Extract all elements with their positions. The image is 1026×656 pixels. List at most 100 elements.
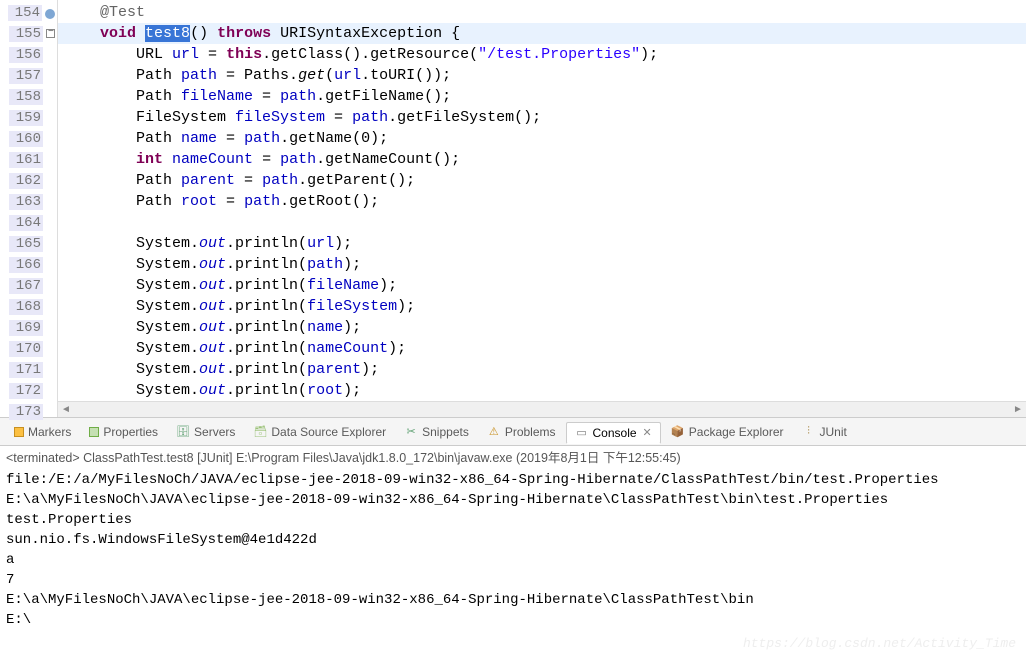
gutter-line[interactable]: 169 [0, 317, 57, 338]
gutter-line[interactable]: 162 [0, 170, 57, 191]
line-number: 163 [9, 194, 43, 210]
gutter-line[interactable]: 171 [0, 359, 57, 380]
close-icon[interactable]: ✕ [643, 426, 652, 439]
code-line[interactable]: Path root = path.getRoot(); [58, 191, 1026, 212]
console-output-line: E:\a\MyFilesNoCh\JAVA\eclipse-jee-2018-0… [6, 590, 1020, 610]
tab-package-explorer[interactable]: 📦 Package Explorer [663, 422, 792, 442]
problems-icon: ⚠ [487, 425, 501, 439]
tab-label: Snippets [422, 425, 469, 439]
line-number: 158 [9, 89, 43, 105]
code-line[interactable]: @Test [58, 2, 1026, 23]
scroll-left-icon[interactable]: ◄ [58, 402, 74, 418]
gutter-line[interactable]: 164 [0, 212, 57, 233]
console-icon: ▭ [575, 426, 589, 440]
gutter-line[interactable]: 158 [0, 86, 57, 107]
gutter-line[interactable]: 159 [0, 107, 57, 128]
code-content[interactable]: @Test void test8() throws URISyntaxExcep… [58, 0, 1026, 417]
gutter-line[interactable]: 166 [0, 254, 57, 275]
code-line[interactable]: System.out.println(fileSystem); [58, 296, 1026, 317]
code-line[interactable]: Path fileName = path.getFileName(); [58, 86, 1026, 107]
line-number: 171 [9, 362, 43, 378]
servers-icon: 🗄 [176, 425, 190, 439]
gutter-line[interactable]: 165 [0, 233, 57, 254]
gutter-line[interactable]: 163 [0, 191, 57, 212]
line-number: 172 [9, 383, 43, 399]
line-number: 162 [9, 173, 43, 189]
line-number: 154 [8, 5, 42, 21]
tab-problems[interactable]: ⚠ Problems [479, 422, 564, 442]
views-tab-bar: Markers Properties 🗄 Servers 🗃 Data Source Ex… [0, 418, 1026, 446]
console-output-line: test.Properties [6, 510, 1020, 530]
tab-label: Servers [194, 425, 235, 439]
tab-label: Markers [28, 425, 71, 439]
code-line[interactable]: System.out.println(url); [58, 233, 1026, 254]
tab-servers[interactable]: 🗄 Servers [168, 422, 243, 442]
console-output-line: E:\ [6, 610, 1020, 630]
gutter-line[interactable]: 172 [0, 380, 57, 401]
code-line[interactable]: System.out.println(parent); [58, 359, 1026, 380]
line-number-gutter[interactable]: 154 155 156 157 158 159 160 161 162 163 164 165 166 1… [0, 0, 58, 417]
console-view[interactable]: <terminated> ClassPathTest.test8 [JUnit]… [0, 446, 1026, 656]
line-number: 155 [9, 26, 43, 42]
tab-data-source-explorer[interactable]: 🗃 Data Source Explorer [245, 422, 394, 442]
line-number: 161 [9, 152, 43, 168]
gutter-line[interactable]: 168 [0, 296, 57, 317]
line-number: 160 [9, 131, 43, 147]
package-explorer-icon: 📦 [671, 425, 685, 439]
tab-properties[interactable]: Properties [81, 422, 166, 442]
console-process-header: <terminated> ClassPathTest.test8 [JUnit]… [6, 448, 1020, 468]
code-editor[interactable]: 154 155 156 157 158 159 160 161 162 163 164 165 166 1… [0, 0, 1026, 418]
line-number: 157 [9, 68, 43, 84]
scroll-right-icon[interactable]: ► [1010, 402, 1026, 418]
console-output-line: file:/E:/a/MyFilesNoCh/JAVA/eclipse-jee-… [6, 470, 1020, 490]
code-line[interactable]: void test8() throws URISyntaxException { [58, 23, 1026, 44]
code-line[interactable]: System.out.println(fileName); [58, 275, 1026, 296]
gutter-line[interactable]: 173 [0, 401, 57, 422]
tab-snippets[interactable]: ✂ Snippets [396, 422, 477, 442]
gutter-line[interactable]: 167 [0, 275, 57, 296]
line-number: 165 [9, 236, 43, 252]
gutter-line[interactable]: 160 [0, 128, 57, 149]
code-line[interactable]: System.out.println(name); [58, 317, 1026, 338]
markers-icon [14, 427, 24, 437]
tab-junit[interactable]: ⫶ JUnit [793, 422, 854, 442]
code-line[interactable]: Path name = path.getName(0); [58, 128, 1026, 149]
tab-label: Problems [505, 425, 556, 439]
horizontal-scrollbar[interactable]: ◄ ► [58, 401, 1026, 417]
code-line[interactable]: Path parent = path.getParent(); [58, 170, 1026, 191]
gutter-line[interactable]: 161 [0, 149, 57, 170]
code-line[interactable]: FileSystem fileSystem = path.getFileSyst… [58, 107, 1026, 128]
line-number: 170 [9, 341, 43, 357]
code-line[interactable]: System.out.println(nameCount); [58, 338, 1026, 359]
code-line[interactable]: System.out.println(root); [58, 380, 1026, 401]
line-number: 166 [9, 257, 43, 273]
console-output-line: sun.nio.fs.WindowsFileSystem@4e1d422d [6, 530, 1020, 550]
tab-console[interactable]: ▭Console✕ [566, 422, 661, 444]
annotation-marker-icon[interactable] [45, 9, 55, 19]
properties-icon [89, 427, 99, 437]
data-source-explorer-icon: 🗃 [253, 425, 267, 439]
line-number: 164 [9, 215, 43, 231]
code-line[interactable]: System.out.println(path); [58, 254, 1026, 275]
line-number: 169 [9, 320, 43, 336]
code-line[interactable]: Path path = Paths.get(url.toURI()); [58, 65, 1026, 86]
gutter-line[interactable]: 157 [0, 65, 57, 86]
tab-markers[interactable]: Markers [6, 422, 79, 442]
tab-label: Data Source Explorer [271, 425, 386, 439]
snippets-icon: ✂ [404, 425, 418, 439]
tab-label: Package Explorer [689, 425, 784, 439]
line-number: 156 [9, 47, 43, 63]
code-line[interactable]: URL url = this.getClass().getResource("/… [58, 44, 1026, 65]
gutter-line[interactable]: 156 [0, 44, 57, 65]
junit-icon: ⫶ [801, 425, 815, 439]
fold-toggle-icon[interactable] [46, 29, 55, 38]
line-number: 167 [9, 278, 43, 294]
console-output-line: a [6, 550, 1020, 570]
code-line[interactable]: int nameCount = path.getNameCount(); [58, 149, 1026, 170]
tab-label: Properties [103, 425, 158, 439]
gutter-line[interactable]: 154 [0, 2, 57, 23]
gutter-line[interactable]: 155 [0, 23, 57, 44]
code-line[interactable] [58, 212, 1026, 233]
gutter-line[interactable]: 170 [0, 338, 57, 359]
tab-label: JUnit [819, 425, 846, 439]
